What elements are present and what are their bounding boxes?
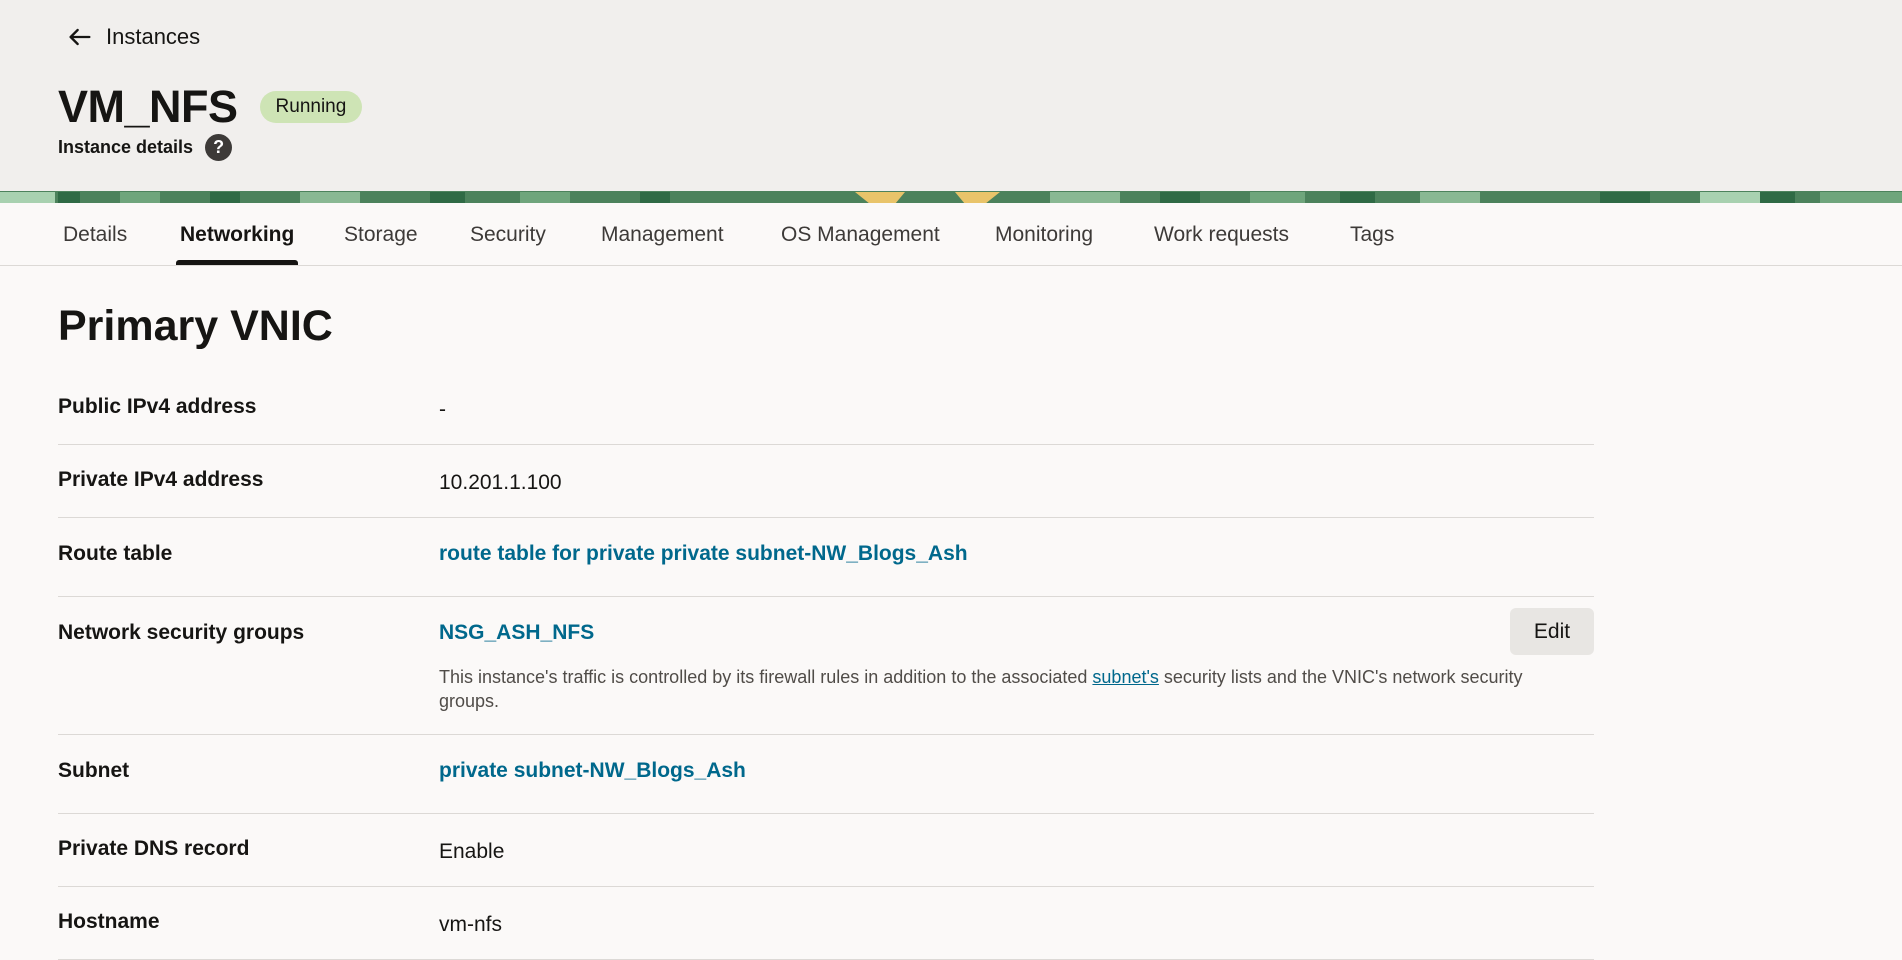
arrow-left-icon [69,28,91,46]
tab-security[interactable]: Security [470,203,546,266]
subnet-link[interactable]: private subnet-NW_Blogs_Ash [439,759,746,783]
private-dns-label: Private DNS record [58,837,250,860]
decorative-banner [0,191,1902,203]
tab-os-management[interactable]: OS Management [781,203,940,266]
tab-bar: Details Networking Storage Security Mana… [0,203,1902,266]
row-subnet: Subnet private subnet-NW_Blogs_Ash [58,735,1594,814]
private-ipv4-value: 10.201.1.100 [439,471,562,494]
row-network-security-groups: Network security groups NSG_ASH_NFS Edit… [58,597,1594,735]
route-table-link[interactable]: route table for private private subnet-N… [439,542,968,566]
public-ipv4-label: Public IPv4 address [58,395,257,418]
page-subtitle: Instance details [58,137,194,157]
tab-work-requests[interactable]: Work requests [1154,203,1289,266]
back-to-instances-link[interactable]: Instances [66,20,200,54]
edit-nsg-button[interactable]: Edit [1510,608,1594,655]
page-header: Instances VM_NFS Running Instance detail… [0,0,1902,191]
nsg-label: Network security groups [58,621,305,644]
page-title: VM_NFS [58,81,238,132]
tab-monitoring[interactable]: Monitoring [995,203,1093,266]
title-row: VM_NFS Running [58,80,363,134]
tab-networking[interactable]: Networking [180,203,294,266]
public-ipv4-value: - [439,398,446,421]
row-public-ipv4: Public IPv4 address - [58,372,1594,445]
row-private-ipv4: Private IPv4 address 10.201.1.100 [58,445,1594,518]
banner-pattern [0,192,1902,203]
subnet-label: Subnet [58,759,130,782]
nsg-link[interactable]: NSG_ASH_NFS [439,621,594,645]
hostname-value: vm-nfs [439,913,502,936]
tab-tags[interactable]: Tags [1350,203,1394,266]
status-badge: Running [259,91,363,123]
tab-storage[interactable]: Storage [344,203,418,266]
nsg-description-text-start: This instance's traffic is controlled by… [439,667,1093,687]
row-private-dns-record: Private DNS record Enable [58,814,1594,887]
active-tab-indicator [176,260,298,265]
help-icon[interactable]: ? [205,134,233,161]
subtitle-row: Instance details ? [58,134,233,161]
tab-management[interactable]: Management [601,203,724,266]
tab-details[interactable]: Details [63,203,127,266]
route-table-label: Route table [58,542,173,565]
private-dns-value: Enable [439,840,505,863]
section-title-primary-vnic: Primary VNIC [58,302,333,350]
subnet-inline-link[interactable]: subnet's [1092,667,1158,687]
hostname-label: Hostname [58,910,160,933]
row-hostname: Hostname vm-nfs [58,887,1594,960]
private-ipv4-label: Private IPv4 address [58,468,264,491]
back-link-label[interactable]: Instances [106,24,200,50]
nsg-description: This instance's traffic is controlled by… [439,665,1549,713]
row-route-table: Route table route table for private priv… [58,518,1594,597]
